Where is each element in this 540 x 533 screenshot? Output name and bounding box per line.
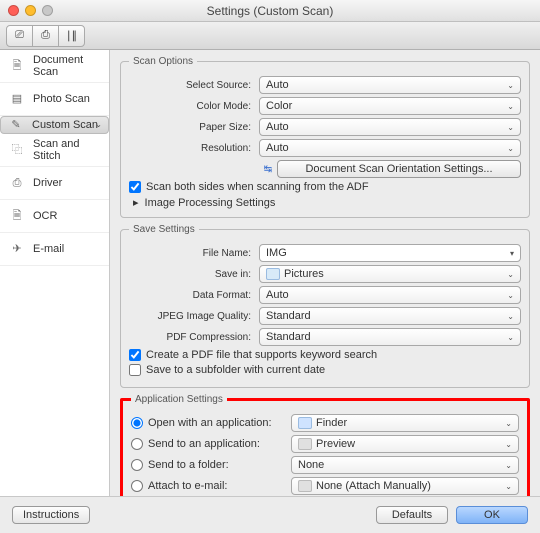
finder-icon [298,417,312,429]
select-source-dropdown[interactable]: Auto [259,76,521,94]
sidebar: 🗎Document Scan ▤Photo Scan ✎Custom Scan … [0,50,110,496]
send-to-folder-radio[interactable]: Send to a folder: [131,459,291,471]
save-settings-legend: Save Settings [129,224,199,235]
create-pdf-checkbox[interactable]: Create a PDF file that supports keyword … [129,349,521,361]
defaults-button[interactable]: Defaults [376,506,448,524]
mail-icon [298,480,312,492]
data-format-dropdown[interactable]: Auto [259,286,521,304]
application-settings-group: Application Settings Open with an applic… [120,394,530,496]
sidebar-item-ocr[interactable]: 🗎 OCR [0,200,109,233]
driver-icon: ⎙ [8,176,26,190]
sidebar-item-custom-scan[interactable]: ✎ Custom Scan [0,116,109,134]
custom-icon: ✎ [7,118,25,132]
sidebar-item-scan-and-stitch[interactable]: ⿻ Scan and Stitch [0,134,109,167]
sidebar-item-label: Document Scan [33,54,101,78]
save-in-label: Save in: [129,269,259,280]
monitor-icon: ⎚ [15,29,24,42]
document-icon: 🗎 [8,59,26,73]
color-mode-label: Color Mode: [129,101,259,112]
send-to-folder-dropdown[interactable]: None [291,456,519,474]
application-settings-legend: Application Settings [131,394,227,405]
sidebar-item-label: OCR [33,210,57,222]
preview-icon [298,438,312,450]
bottom-bar: Instructions Defaults OK [0,496,540,532]
disclosure-triangle-icon: ▸ [133,196,139,209]
save-subfolder-checkbox[interactable]: Save to a subfolder with current date [129,364,521,376]
jpeg-quality-dropdown[interactable]: Standard [259,307,521,325]
color-mode-dropdown[interactable]: Color [259,97,521,115]
scan-options-group: Scan Options Select Source:Auto Color Mo… [120,56,530,218]
jpeg-quality-label: JPEG Image Quality: [129,311,259,322]
instructions-button[interactable]: Instructions [12,506,90,524]
resolution-label: Resolution: [129,143,259,154]
sidebar-item-label: Driver [33,177,62,189]
send-to-app-radio[interactable]: Send to an application: [131,438,291,450]
send-to-app-dropdown[interactable]: Preview [291,435,519,453]
data-format-label: Data Format: [129,290,259,301]
open-with-app-radio[interactable]: Open with an application: [131,417,291,429]
sidebar-item-label: Scan and Stitch [33,138,101,162]
scan-both-sides-checkbox[interactable]: Scan both sides when scanning from the A… [129,181,521,193]
save-settings-group: Save Settings File Name:IMG▾ Save in:Pic… [120,224,530,388]
photo-icon: ▤ [8,92,26,106]
sidebar-item-email[interactable]: ✈ E-mail [0,233,109,266]
folder-icon [266,268,280,280]
window-title: Settings (Custom Scan) [0,4,540,18]
toolbar-scan-from-panel[interactable]: ⎙ [32,25,59,47]
toolbar-scan-from-computer[interactable]: ⎚ [6,25,33,47]
resolution-dropdown[interactable]: Auto [259,139,521,157]
orientation-settings-button[interactable]: Document Scan Orientation Settings... [277,160,521,178]
main-panel: Scan Options Select Source:Auto Color Mo… [110,50,540,496]
toolbar-general-settings[interactable]: ∣∥ [58,25,85,47]
save-in-dropdown[interactable]: Pictures [259,265,521,283]
select-source-label: Select Source: [129,80,259,91]
email-icon: ✈ [8,242,26,256]
file-name-input[interactable]: IMG▾ [259,244,521,262]
printer-icon: ⎙ [41,29,50,42]
sidebar-item-photo-scan[interactable]: ▤ Photo Scan [0,83,109,116]
sidebar-item-label: E-mail [33,243,64,255]
attach-email-radio[interactable]: Attach to e-mail: [131,480,291,492]
attach-email-dropdown[interactable]: None (Attach Manually) [291,477,519,495]
stitch-icon: ⿻ [8,143,26,157]
sidebar-item-document-scan[interactable]: 🗎 Document Scan [0,50,109,83]
sliders-icon: ∣∥ [66,29,77,42]
file-name-label: File Name: [129,248,259,259]
open-with-app-dropdown[interactable]: Finder [291,414,519,432]
sidebar-item-label: Custom Scan [32,119,98,131]
toolbar: ⎚ ⎙ ∣∥ [0,22,540,50]
pdf-compression-dropdown[interactable]: Standard [259,328,521,346]
sidebar-item-driver[interactable]: ⎙ Driver [0,167,109,200]
ok-button[interactable]: OK [456,506,528,524]
pdf-compression-label: PDF Compression: [129,332,259,343]
ocr-icon: 🗎 [8,209,26,223]
swap-icon[interactable]: ↹ [259,164,277,175]
scan-options-legend: Scan Options [129,56,197,67]
sidebar-item-label: Photo Scan [33,93,90,105]
paper-size-dropdown[interactable]: Auto [259,118,521,136]
titlebar: Settings (Custom Scan) [0,0,540,22]
paper-size-label: Paper Size: [129,122,259,133]
image-processing-disclosure[interactable]: ▸Image Processing Settings [133,196,521,209]
